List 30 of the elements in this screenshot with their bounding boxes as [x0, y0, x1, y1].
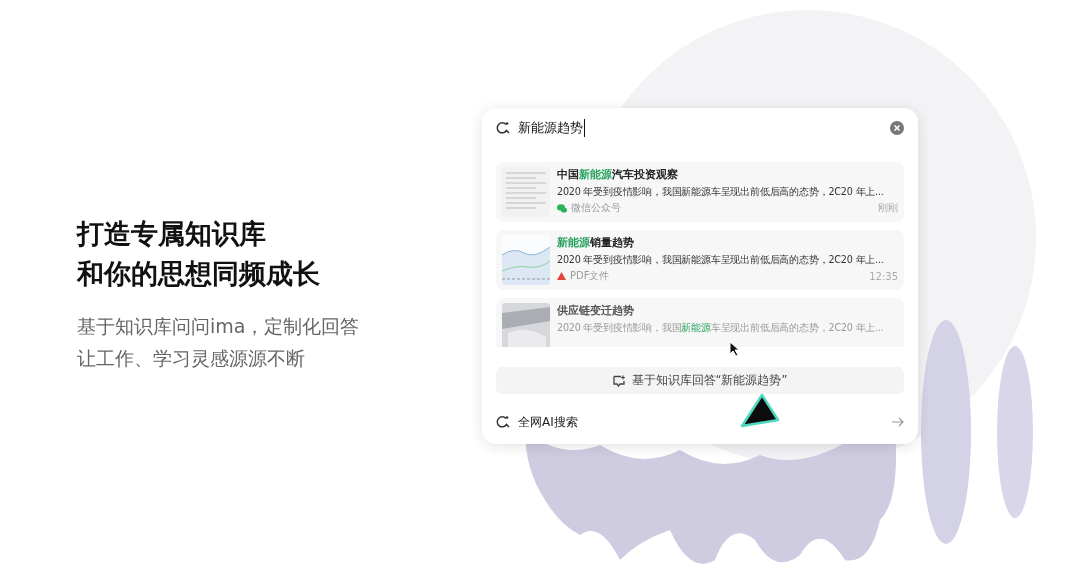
search-icon	[496, 415, 510, 429]
subtitle: 基于知识库问问ima，定制化回答让工作、学习灵感源源不断	[77, 314, 361, 371]
result-time: 12:35	[869, 270, 898, 282]
source-label: 微信公众号	[571, 201, 621, 215]
web-search-link[interactable]: 全网AI搜索	[518, 413, 578, 431]
result-title: 新能源销量趋势	[557, 235, 635, 250]
pointer-icon	[738, 393, 780, 429]
result-card[interactable]: 供应链变迁趋势 2020 年受到疫情影响，我国新能源车呈现出前低后高的态势，2C20 年上...	[496, 298, 904, 347]
search-icon	[496, 121, 510, 135]
chat-bubbles-icon	[557, 203, 567, 213]
source-label: PDF文件	[570, 269, 610, 283]
result-card[interactable]: 新能源销量趋势 2020 年受到疫情影响，我国新能源车呈现出前低后高的态势，2C20 年上... PDF文件 12:35	[496, 230, 904, 290]
result-snippet: 2020 年受到疫情影响，我国新能源车呈现出前低后高的态势，2C20 年上...	[557, 253, 885, 266]
result-title: 供应链变迁趋势	[557, 303, 635, 318]
document-thumbnail	[502, 167, 550, 217]
headline: 打造专属知识库	[77, 217, 267, 251]
search-field[interactable]: 新能源趋势	[518, 119, 585, 137]
pointer-icon	[729, 341, 741, 357]
result-snippet: 2020 年受到疫情影响，我国新能源车呈现出前低后高的态势，2C20 年上...	[557, 185, 885, 198]
result-card[interactable]: 中国新能源汽车投资观察 2020 年受到疫情影响，我国新能源车呈现出前低后高的态势，2C20 年上... 微信公众号 刚刚	[496, 162, 904, 222]
clear-icon[interactable]	[890, 121, 904, 135]
chat-icon	[612, 374, 626, 387]
headline: 和你的思想同频成长	[77, 257, 321, 291]
photo-placeholder	[502, 303, 550, 347]
result-snippet: 2020 年受到疫情影响，我国新能源车呈现出前低后高的态势，2C20 年上...	[557, 321, 885, 334]
arrow-right-icon[interactable]	[892, 417, 904, 427]
pdf-icon	[557, 272, 566, 280]
answer-button[interactable]: 基于知识库回答“新能源趋势”	[496, 367, 904, 394]
result-time: 刚刚	[878, 201, 898, 215]
result-title: 中国新能源汽车投资观察	[557, 167, 679, 182]
